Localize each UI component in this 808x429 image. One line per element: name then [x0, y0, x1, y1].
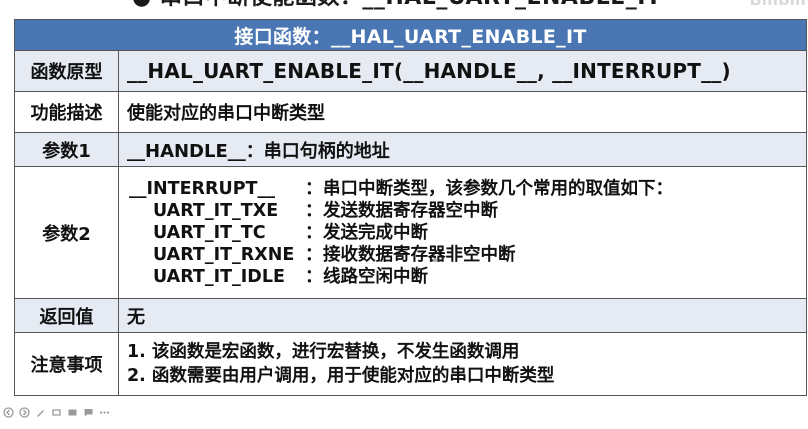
option-desc: 接收数据寄存器非空中断: [323, 244, 516, 265]
row-value-param2: __INTERRUPT__ ： 串口中断类型，该参数几个常用的取值如下： UAR…: [118, 166, 807, 299]
table-row-notes: 注意事项 1. 该函数是宏函数，进行宏替换，不发生函数调用 2. 函数需要由用户…: [14, 332, 807, 396]
param2-option-item: UART_IT_TC ： 发送完成中断: [127, 222, 806, 244]
api-info-table: 接口函数：__HAL_UART_ENABLE_IT 函数原型 __HAL_UAR…: [14, 19, 807, 396]
back-icon[interactable]: [2, 406, 15, 419]
param2-intro-key: __INTERRUPT__: [129, 178, 275, 199]
option-name: UART_IT_TXE: [153, 200, 279, 221]
slide-heading: ● 串口中断使能函数：__HAL_UART_ENABLE_IT: [132, 0, 661, 10]
param2-intro-text: 串口中断类型，该参数几个常用的取值如下：: [323, 178, 673, 199]
row-label-param1: 参数1: [14, 132, 119, 167]
param2-option-item: UART_IT_RXNE ： 接收数据寄存器非空中断: [127, 244, 806, 266]
eraser-icon[interactable]: [50, 406, 63, 419]
table-row-param2: 参数2 __INTERRUPT__ ： 串口中断类型，该参数几个常用的取值如下：…: [14, 166, 807, 299]
note-line: 1. 该函数是宏函数，进行宏替换，不发生函数调用: [127, 342, 520, 362]
table-row-param1: 参数1 __HANDLE__：串口句柄的地址: [14, 132, 807, 167]
param2-intro-sep: ：: [305, 178, 323, 199]
screen-icon[interactable]: [66, 406, 79, 419]
row-label-param2: 参数2: [14, 166, 119, 299]
param2-option-list: __INTERRUPT__ ： 串口中断类型，该参数几个常用的取值如下： UAR…: [127, 178, 806, 288]
option-name: UART_IT_TC: [153, 222, 266, 243]
row-value-prototype: __HAL_UART_ENABLE_IT(__HANDLE__, __INTER…: [118, 50, 807, 92]
table-title-row: 接口函数：__HAL_UART_ENABLE_IT: [14, 19, 807, 51]
param2-intro-line: __INTERRUPT__ ： 串口中断类型，该参数几个常用的取值如下：: [127, 178, 806, 200]
row-label-return: 返回值: [14, 298, 119, 333]
option-sep: ：: [305, 200, 323, 221]
option-name: UART_IT_RXNE: [153, 244, 295, 265]
row-label-description: 功能描述: [14, 91, 119, 133]
row-value-notes: 1. 该函数是宏函数，进行宏替换，不发生函数调用 2. 函数需要由用户调用，用于…: [118, 332, 807, 396]
watermark-logo: Bilibili: [749, 0, 806, 10]
table-row-prototype: 函数原型 __HAL_UART_ENABLE_IT(__HANDLE__, __…: [14, 50, 807, 92]
option-sep: ：: [305, 222, 323, 243]
param2-option-item: UART_IT_IDLE ： 线路空闲中断: [127, 266, 806, 288]
table-row-description: 功能描述 使能对应的串口中断类型: [14, 91, 807, 133]
option-desc: 线路空闲中断: [323, 266, 428, 287]
row-label-prototype: 函数原型: [14, 50, 119, 92]
option-sep: ：: [305, 244, 323, 265]
pointer-cursor: [433, 258, 437, 262]
option-sep: ：: [305, 266, 323, 287]
option-desc: 发送完成中断: [323, 222, 428, 243]
slide-page: ● 串口中断使能函数：__HAL_UART_ENABLE_IT Bilibili…: [0, 0, 808, 429]
forward-icon[interactable]: [18, 406, 31, 419]
note-line: 2. 函数需要由用户调用，用于使能对应的串口中断类型: [127, 366, 555, 386]
menu-icon[interactable]: [98, 406, 111, 419]
row-label-notes: 注意事项: [14, 332, 119, 396]
pen-icon[interactable]: [34, 406, 47, 419]
presentation-toolbar: [0, 403, 111, 421]
row-value-return: 无: [118, 298, 807, 333]
table-title: 接口函数：__HAL_UART_ENABLE_IT: [14, 19, 807, 51]
option-desc: 发送数据寄存器空中断: [323, 200, 498, 221]
comment-icon[interactable]: [82, 406, 95, 419]
param2-option-item: UART_IT_TXE ： 发送数据寄存器空中断: [127, 200, 806, 222]
row-value-description: 使能对应的串口中断类型: [118, 91, 807, 133]
table-row-return: 返回值 无: [14, 298, 807, 333]
option-name: UART_IT_IDLE: [153, 266, 285, 287]
row-value-param1: __HANDLE__：串口句柄的地址: [118, 132, 807, 167]
